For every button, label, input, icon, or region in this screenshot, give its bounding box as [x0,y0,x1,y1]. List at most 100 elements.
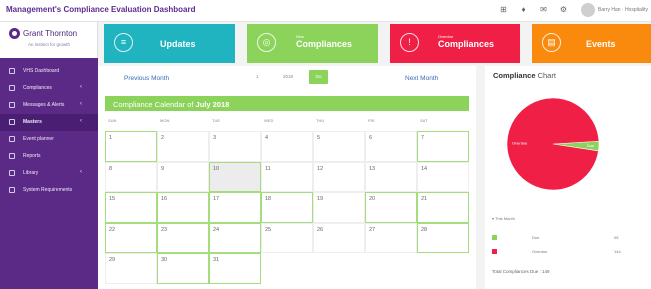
sidebar-item-label: Reports [23,153,41,159]
legend-row-overdue: Overdue 144 [492,247,644,257]
calendar-day[interactable]: 25 [261,222,313,254]
calendar-icon [9,136,15,142]
calendar-day[interactable]: 3 [209,131,261,162]
calendar-day[interactable]: 2 [157,131,209,162]
calendar-day[interactable]: 10 [209,161,261,193]
calendar-panel: Previous Month 1 2018 Go Next Month Comp… [98,66,476,289]
sidebar-nav: VHS Dashboard Compliances ‹ Messages & A… [0,63,98,199]
calendar-day[interactable]: 12 [313,161,365,193]
sidebar-item-label: Masters [23,119,42,125]
calendar-day[interactable]: 31 [209,253,261,284]
grid-icon[interactable]: ⊞ [498,4,509,16]
tile-overdue-compliances[interactable]: ! Overdue Compliances [390,24,520,63]
calendar-day[interactable]: 6 [365,131,417,162]
calendar-day[interactable]: 13 [365,161,417,193]
calendar-day[interactable]: 29 [105,253,157,284]
next-month-link[interactable]: Next Month [405,75,438,82]
calendar-day[interactable]: 17 [209,192,261,223]
calendar-day[interactable]: 27 [365,222,417,254]
library-icon [9,170,15,176]
calendar-day[interactable]: 24 [209,222,261,254]
calendar-day[interactable]: 7 [417,131,469,162]
tile-updates[interactable]: ≡ Updates [104,24,235,63]
sidebar-item-masters[interactable]: Masters ‹ [0,114,98,131]
dashboard-icon [9,68,15,74]
legend-value: 05 [614,235,619,240]
logo[interactable]: Grant Thornton An instinct for growth [0,22,98,58]
calendar-day[interactable]: 22 [105,222,157,254]
weekday-header: MON [160,118,170,123]
calendar-day[interactable]: 28 [417,222,469,254]
sidebar-item-event-planner[interactable]: Event planner [0,131,98,148]
sidebar-item-label: Compliances [23,85,52,91]
chevron-left-icon: ‹ [80,118,82,124]
calendar-day[interactable]: 23 [157,222,209,254]
tile-label: Updates [160,39,196,49]
logo-tagline: An instinct for growth [28,42,71,47]
previous-month-link[interactable]: Previous Month [124,75,169,82]
chevron-left-icon: ‹ [80,84,82,90]
tile-new-compliances[interactable]: ◎ New Compliances [247,24,378,63]
sidebar-item-system-requirements[interactable]: System Requirements [0,182,98,199]
calendar-day[interactable]: 20 [365,192,417,223]
chart-panel: Compliance Chart Due Overdue ▾ This Month… [485,66,651,289]
logo-mark-icon [9,28,20,39]
calendar-day[interactable]: 18 [261,192,313,223]
tile-events[interactable]: ▤ Events [532,24,651,63]
legend-row-due: Due 05 [492,233,644,243]
calendar-icon: ▤ [542,33,561,52]
sidebar-item-label: Messages & Alerts [23,102,65,108]
chevron-left-icon: ‹ [80,101,82,107]
sidebar-item-reports[interactable]: Reports [0,148,98,165]
total-compliances-due: Total Compliances Due : 149 [492,269,550,274]
calendar-grid: SUN MON TUE WED THU FRI SAT 1 2 3 4 5 6 7 8 9 10 11 12 13 14… [105,111,469,284]
app-title: Management's Compliance Evaluation Dashb… [6,5,196,14]
sidebar-item-library[interactable]: Library ‹ [0,165,98,182]
year-select[interactable]: 2018 [283,74,293,79]
target-icon: ◎ [257,33,276,52]
sidebar-item-label: VHS Dashboard [23,68,60,74]
sidebar-item-label: Event planner [23,136,54,142]
bell-icon[interactable]: ♦ [518,4,529,16]
legend-label: Overdue [532,249,548,254]
calendar-day[interactable]: 15 [105,192,157,223]
legend-swatch [492,235,497,240]
chart-title: Compliance Chart [493,71,556,80]
calendar-day[interactable]: 14 [417,161,469,193]
go-button[interactable]: Go [309,70,328,84]
sidebar-item-messages-alerts[interactable]: Messages & Alerts ‹ [0,97,98,114]
calendar-day[interactable]: 19 [313,192,365,223]
system-icon [9,187,15,193]
sidebar-item-compliances[interactable]: Compliances ‹ [0,80,98,97]
settings-icon[interactable]: ⚙ [558,4,569,16]
sidebar-item-vhs-dashboard[interactable]: VHS Dashboard [0,63,98,80]
calendar-day[interactable]: 4 [261,131,313,162]
calendar-title: Compliance Calendar of July 2018 [113,100,230,109]
legend-swatch [492,249,497,254]
month-select[interactable]: 1 [256,74,259,79]
pie-label-due: Due [587,143,595,148]
pie-label-overdue: Overdue [512,140,528,145]
calendar-day[interactable]: 30 [157,253,209,284]
calendar-day[interactable]: 16 [157,192,209,223]
calendar-day[interactable]: 26 [313,222,365,254]
avatar[interactable] [581,3,595,17]
weekday-header: THU [316,118,325,123]
calendar-day[interactable]: 21 [417,192,469,223]
logo-name: Grant Thornton [23,29,78,38]
user-name[interactable]: Barry Han · Hospitality [598,7,648,13]
calendar-day[interactable]: 1 [105,131,157,162]
weekday-header: FRI [368,118,375,123]
calendar-day[interactable]: 8 [105,161,157,193]
calendar-day[interactable]: 9 [157,161,209,193]
legend-period-select[interactable]: ▾ This Month [492,216,515,221]
tile-label: Events [586,39,616,49]
sidebar-item-label: Library [23,170,39,176]
reports-icon [9,153,15,159]
calendar-day[interactable]: 5 [313,131,365,162]
weekday-header: TUE [212,118,220,123]
weekday-header: SAT [420,118,428,123]
calendar-day[interactable]: 11 [261,161,313,193]
mail-icon[interactable]: ✉ [538,4,549,16]
masters-icon [9,119,15,125]
